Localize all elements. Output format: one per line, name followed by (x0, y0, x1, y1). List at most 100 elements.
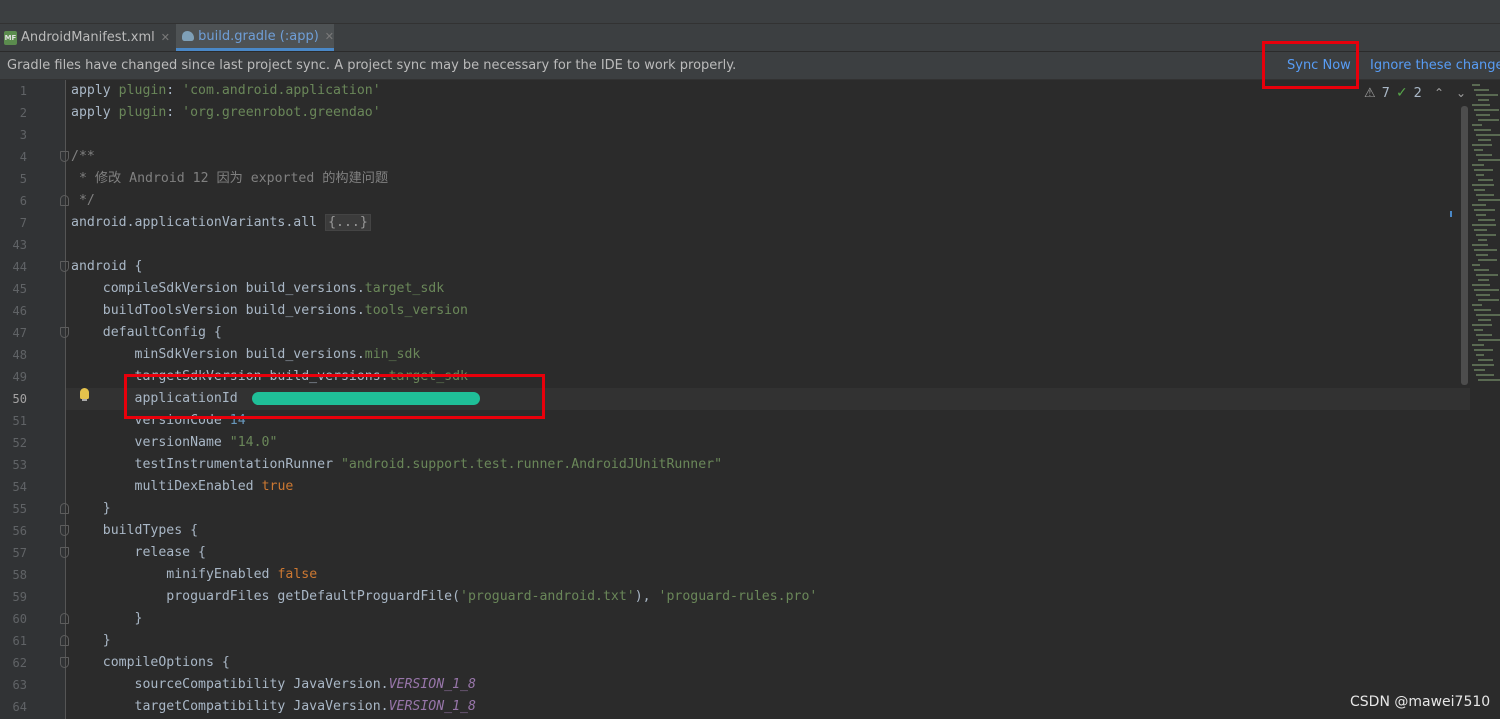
fold-marker-icon[interactable] (60, 613, 69, 624)
code-line[interactable]: } (71, 498, 111, 520)
code-token: 14 (229, 413, 246, 428)
minimap-line (1476, 174, 1484, 176)
code-line[interactable]: apply plugin: 'com.android.application' (71, 80, 381, 102)
code-token: proguardFiles getDefaultProguardFile( (71, 589, 461, 604)
code-line[interactable]: versionName "14.0" (71, 432, 278, 454)
code-token: 'proguard-android.txt' (460, 589, 635, 604)
minimap-line (1478, 299, 1499, 301)
code-line[interactable]: buildTypes { (71, 520, 198, 542)
sync-now-link[interactable]: Sync Now (1287, 58, 1351, 73)
code-line[interactable]: minifyEnabled false (71, 564, 317, 586)
code-token: min_sdk (364, 347, 421, 362)
code-token: android.applicationVariants.all (71, 215, 326, 230)
minimap-line (1474, 329, 1483, 331)
code-line[interactable]: release { (71, 542, 206, 564)
code-token: versionName (71, 435, 230, 450)
code-line[interactable]: applicationId (71, 388, 480, 410)
code-line[interactable]: /** (71, 146, 95, 168)
minimap-line (1478, 239, 1487, 241)
minimap-line (1478, 259, 1497, 261)
minimap-line (1474, 249, 1497, 251)
minimap-line (1474, 309, 1491, 311)
line-number: 62 (12, 656, 27, 670)
code-token: apply (71, 105, 119, 120)
chevron-up-icon[interactable]: ⌃ (1434, 86, 1444, 100)
fold-marker-icon[interactable] (60, 261, 69, 272)
fold-marker-icon[interactable] (60, 195, 69, 206)
line-number: 54 (12, 480, 27, 494)
code-line[interactable]: versionCode 14 (71, 410, 246, 432)
fold-marker-icon[interactable] (60, 635, 69, 646)
code-line[interactable]: android { (71, 256, 142, 278)
code-line[interactable]: compileSdkVersion build_versions.target_… (71, 278, 444, 300)
code-line[interactable]: sourceCompatibility JavaVersion.VERSION_… (71, 674, 476, 696)
line-number: 61 (12, 634, 27, 648)
folded-region[interactable]: {...} (325, 214, 371, 231)
vertical-scrollbar[interactable] (1461, 106, 1468, 385)
chevron-down-icon[interactable]: ⌄ (1456, 86, 1466, 100)
code-token: versionCode (71, 413, 230, 428)
minimap-line (1474, 169, 1493, 171)
inspection-widget[interactable]: ⚠ 7 ✓ 2 ⌃ ⌄ (1364, 85, 1466, 101)
minimap-line (1476, 294, 1490, 296)
code-token: testInstrumentationRunner (71, 457, 341, 472)
fold-marker-icon[interactable] (60, 151, 69, 162)
code-line[interactable]: defaultConfig { (71, 322, 222, 344)
minimap-line (1474, 269, 1489, 271)
fold-marker-icon[interactable] (60, 327, 69, 338)
line-number: 56 (12, 524, 27, 538)
line-number-gutter: 1 2 3 4 5 6 7 43 44 45 46 47 48 49 50 51 52 53 54 55 56 57 58 5… (0, 80, 69, 719)
code-editor[interactable]: 1 2 3 4 5 6 7 43 44 45 46 47 48 49 50 51 52 53 54 55 56 57 58 5… (0, 80, 1470, 719)
code-line[interactable]: } (71, 608, 143, 630)
minimap-line (1472, 144, 1492, 146)
minimap-line (1472, 124, 1482, 126)
close-icon[interactable]: ✕ (161, 31, 170, 44)
code-line[interactable]: targetCompatibility JavaVersion.VERSION_… (71, 696, 476, 718)
code-line[interactable]: apply plugin: 'org.greenrobot.greendao' (71, 102, 381, 124)
lightbulb-icon[interactable] (80, 388, 89, 401)
warning-count: 7 (1381, 85, 1390, 101)
code-token: plugin (118, 83, 167, 98)
code-token: 'com.android.application' (182, 83, 381, 98)
code-token: tools_version (364, 303, 468, 318)
code-line[interactable]: targetSdkVersion build_versions.target_s… (71, 366, 468, 388)
xml-file-icon: MF (4, 30, 17, 45)
minimap-line (1474, 129, 1491, 131)
minimap-line (1472, 104, 1490, 106)
code-line[interactable]: */ (71, 190, 95, 212)
fold-marker-icon[interactable] (60, 547, 69, 558)
line-number: 43 (12, 238, 27, 252)
minimap-line (1478, 379, 1500, 381)
code-line[interactable]: } (71, 630, 111, 652)
minimap-line (1478, 119, 1499, 121)
code-line[interactable]: buildToolsVersion build_versions.tools_v… (71, 300, 468, 322)
line-number: 49 (12, 370, 27, 384)
minimap-line (1474, 89, 1489, 91)
line-number: 44 (12, 260, 27, 274)
fold-marker-icon[interactable] (60, 503, 69, 514)
code-line[interactable]: compileOptions { (71, 652, 230, 674)
tab-label: build.gradle (:app) (198, 28, 319, 44)
code-token: : (166, 105, 183, 120)
code-minimap[interactable] (1470, 80, 1500, 719)
code-token: VERSION_1_8 (388, 699, 476, 714)
code-line[interactable]: android.applicationVariants.all {...} (71, 212, 371, 234)
tab-build-gradle[interactable]: build.gradle (:app) ✕ (176, 24, 334, 51)
tab-label: AndroidManifest.xml (20, 30, 155, 45)
minimap-line (1472, 364, 1494, 366)
close-icon[interactable]: ✕ (325, 30, 334, 43)
code-token: release { (71, 545, 206, 560)
warning-icon: ⚠ (1364, 85, 1376, 101)
ignore-changes-link[interactable]: Ignore these changes (1370, 58, 1500, 73)
code-line[interactable]: * 修改 Android 12 因为 exported 的构建问题 (71, 168, 388, 190)
code-line[interactable]: testInstrumentationRunner "android.suppo… (71, 454, 723, 476)
code-line[interactable]: multiDexEnabled true (71, 476, 294, 498)
code-line[interactable]: proguardFiles getDefaultProguardFile('pr… (71, 586, 817, 608)
code-line[interactable]: minSdkVersion build_versions.min_sdk (71, 344, 421, 366)
fold-marker-icon[interactable] (60, 525, 69, 536)
tab-android-manifest[interactable]: MF AndroidManifest.xml ✕ (4, 24, 170, 51)
line-number: 48 (12, 348, 27, 362)
line-number: 6 (19, 194, 27, 208)
fold-marker-icon[interactable] (60, 657, 69, 668)
minimap-line (1476, 254, 1488, 256)
